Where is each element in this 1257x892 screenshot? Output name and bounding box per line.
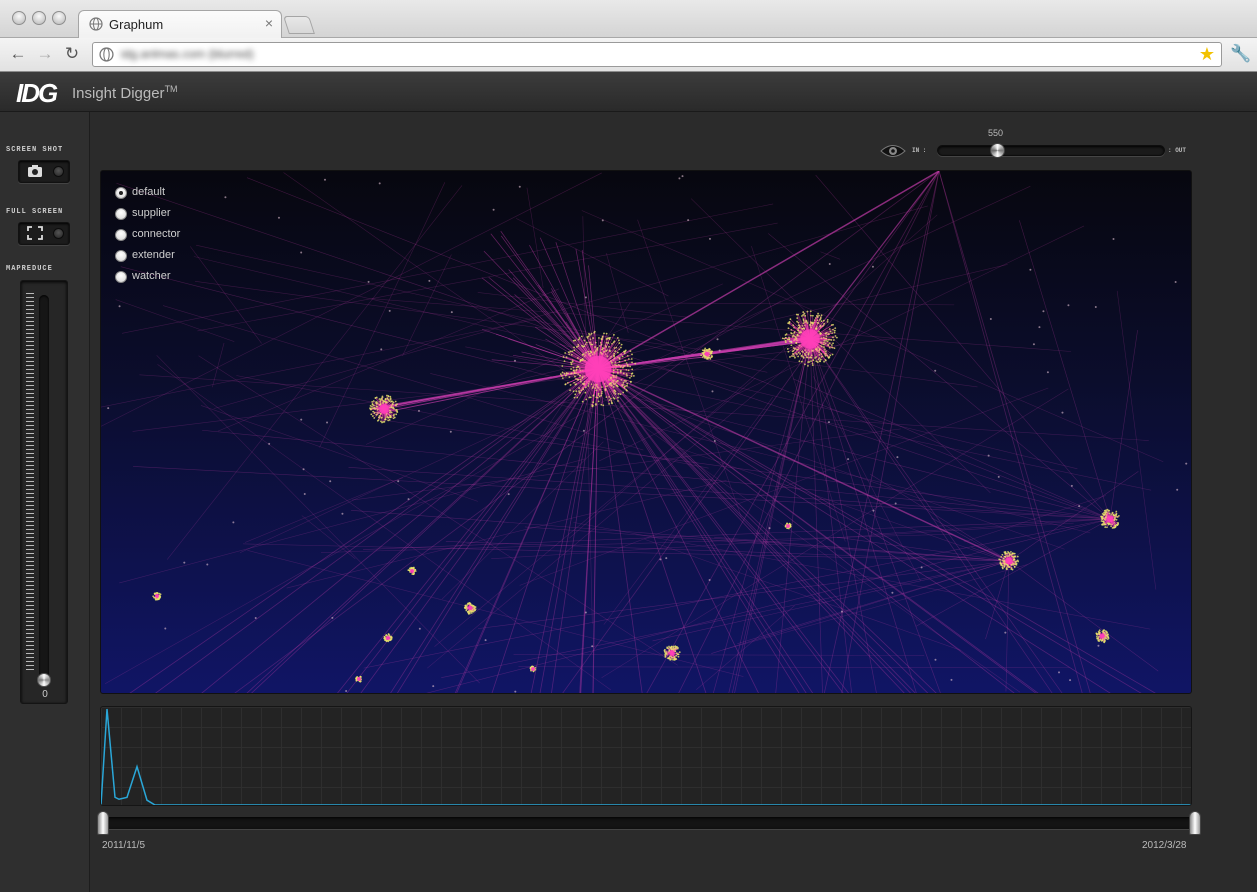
fullscreen-label: FULL SCREEN — [6, 208, 64, 216]
graph-cluster[interactable] — [152, 591, 162, 601]
zoom-in-label: IN : — [912, 147, 927, 154]
globe-icon — [89, 17, 103, 31]
zoom-out-label: : OUT — [1168, 147, 1187, 154]
browser-tab[interactable]: Graphum × — [78, 10, 282, 39]
wrench-icon[interactable]: 🔧 — [1230, 44, 1251, 64]
tab-title: Graphum — [109, 17, 164, 32]
app-header: IDG Insight DiggerTM — [0, 72, 1257, 112]
filter-label: connector — [132, 228, 181, 240]
camera-icon — [27, 164, 43, 181]
range-end-handle[interactable] — [1189, 811, 1201, 835]
bookmark-star-icon[interactable]: ★ — [1199, 44, 1215, 65]
filter-label: supplier — [132, 207, 171, 219]
filter-label: default — [132, 186, 166, 198]
network-graph[interactable]: default supplier connector extender watcher — [100, 170, 1192, 694]
screenshot-button[interactable] — [18, 160, 70, 183]
radio-button[interactable] — [115, 250, 127, 262]
zoom-value: 550 — [988, 128, 1004, 138]
window-close-button[interactable] — [12, 11, 26, 25]
slider-scale — [26, 293, 34, 673]
mapreduce-value: 0 — [42, 689, 48, 700]
screenshot-indicator — [53, 166, 64, 177]
range-end-date: 2012/3/28 — [1142, 840, 1187, 851]
reload-icon[interactable]: ↻ — [62, 44, 82, 64]
filter-label: watcher — [132, 270, 171, 282]
app-logo: IDG — [16, 78, 58, 108]
expand-icon — [27, 226, 43, 243]
forward-arrow-icon[interactable]: → — [35, 44, 55, 64]
range-start-handle[interactable] — [97, 811, 109, 835]
window-zoom-button[interactable] — [52, 11, 66, 25]
fullscreen-indicator — [53, 228, 64, 239]
date-range-track[interactable] — [104, 817, 1196, 829]
activity-timeline — [100, 706, 1192, 806]
graph-edges — [101, 171, 1164, 693]
left-control-panel: SCREEN SHOT FULL SCREEN MAPREDUCE 0 — [0, 112, 90, 892]
browser-tab-bar: Graphum × — [0, 0, 1257, 39]
address-bar[interactable]: idg.anlmas.com (blurred) ★ — [92, 42, 1222, 67]
eye-icon[interactable] — [880, 144, 906, 158]
screenshot-label: SCREEN SHOT — [6, 146, 64, 154]
back-arrow-icon[interactable]: ← — [8, 44, 28, 64]
tab-close-icon[interactable]: × — [265, 15, 273, 31]
radio-button[interactable] — [115, 187, 127, 199]
zoom-knob[interactable] — [990, 143, 1005, 158]
range-start-date: 2011/11/5 — [102, 840, 146, 851]
window-minimize-button[interactable] — [32, 11, 46, 25]
graph-cluster[interactable] — [781, 310, 838, 367]
zoom-track[interactable] — [937, 145, 1165, 156]
graph-cluster[interactable] — [1095, 629, 1110, 644]
graph-canvas[interactable] — [101, 171, 1192, 694]
url-text: idg.anlmas.com (blurred) — [121, 47, 254, 61]
radio-button[interactable] — [115, 229, 127, 241]
browser-toolbar: ← → ↻ idg.anlmas.com (blurred) ★ 🔧 — [0, 38, 1257, 72]
slider-track[interactable] — [39, 295, 49, 683]
radio-button[interactable] — [115, 208, 127, 220]
new-tab-button[interactable] — [283, 16, 315, 34]
timeline-line — [101, 708, 1191, 805]
app-title: Insight DiggerTM — [72, 84, 178, 102]
globe-icon — [99, 47, 114, 62]
mapreduce-slider[interactable]: 0 — [20, 280, 68, 704]
graph-cluster[interactable] — [369, 394, 399, 424]
timeline-chart — [101, 708, 1191, 805]
mapreduce-label: MAPREDUCE — [6, 265, 53, 273]
radio-button[interactable] — [115, 271, 127, 283]
slider-knob[interactable] — [37, 673, 51, 687]
filter-label: extender — [132, 249, 175, 261]
graph-cluster[interactable] — [784, 522, 792, 530]
graph-cluster[interactable] — [407, 566, 417, 576]
fullscreen-button[interactable] — [18, 222, 70, 245]
graph-cluster[interactable] — [1100, 508, 1120, 529]
